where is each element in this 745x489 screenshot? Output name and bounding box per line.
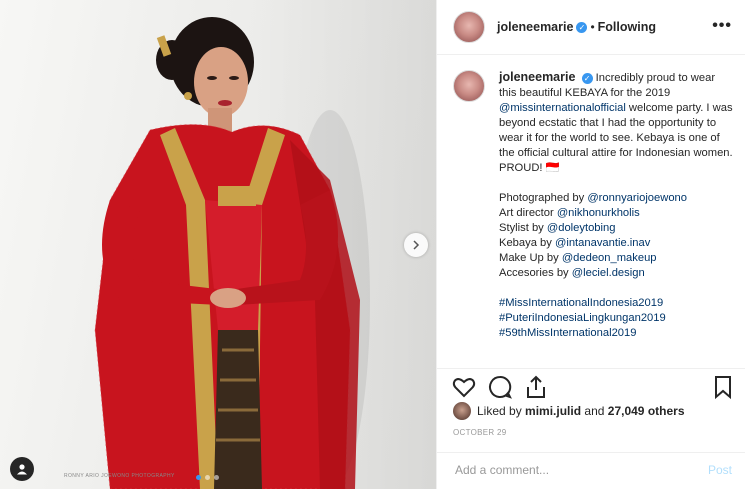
separator: • (590, 20, 595, 34)
following-button[interactable]: Following (598, 20, 656, 34)
post-header: joleneemarie ✓ • Following ••• (437, 0, 745, 55)
heart-icon[interactable] (451, 374, 477, 400)
carousel-next-button[interactable] (404, 233, 428, 257)
mention-link[interactable]: @nikhonurkholis (557, 207, 640, 219)
likes-summary: Liked by mimi.julid and 27,049 others (453, 402, 685, 420)
credit-line: Stylist by @doleytobing (499, 221, 735, 236)
mention-link[interactable]: @doleytobing (547, 222, 616, 234)
photo-credit-watermark: RONNY ARIO JOEWONO PHOTOGRAPHY (64, 473, 175, 479)
credit-label: Art director (499, 207, 554, 219)
share-icon[interactable] (523, 374, 549, 400)
model-in-red-kebaya-illustration (94, 17, 370, 489)
mention-link[interactable]: @intanavantie.inav (555, 237, 650, 249)
carousel-dot (214, 475, 219, 480)
user-icon (17, 464, 27, 475)
carousel-dot (196, 475, 201, 480)
hashtag-link[interactable]: #59thMissInternational2019 (499, 327, 636, 339)
comment-bar: Post (437, 452, 745, 489)
caption-area[interactable]: joleneemarie ✓ Incredibly proud to wear … (437, 56, 745, 368)
instagram-post: RONNY ARIO JOEWONO PHOTOGRAPHY joleneema… (0, 0, 745, 489)
credit-label: Make Up by (499, 252, 559, 264)
hashtag-link[interactable]: #PuteriIndonesiaLingkungan2019 (499, 312, 666, 324)
liker-username[interactable]: mimi.julid (525, 404, 581, 418)
caption-username[interactable]: joleneemarie (499, 70, 575, 84)
bookmark-icon[interactable] (710, 374, 736, 400)
comment-input[interactable] (453, 462, 687, 478)
credit-line: Accesories by @leciel.design (499, 266, 735, 281)
post-photo[interactable]: RONNY ARIO JOEWONO PHOTOGRAPHY (0, 0, 436, 489)
caption-text: joleneemarie ✓ Incredibly proud to wear … (499, 70, 735, 341)
mention-link[interactable]: @leciel.design (572, 267, 645, 279)
verified-badge-icon: ✓ (576, 21, 588, 33)
credit-line: Make Up by @dedeon_makeup (499, 251, 735, 266)
avatar[interactable] (453, 11, 485, 43)
mention-link[interactable]: @ronnyariojoewono (587, 192, 687, 204)
mention-link[interactable]: @missinternationalofficial (499, 102, 626, 114)
credit-label: Photographed by (499, 192, 585, 204)
more-options-button[interactable]: ••• (712, 17, 732, 35)
comment-icon[interactable] (487, 374, 513, 400)
caption: joleneemarie ✓ Incredibly proud to wear … (453, 70, 735, 341)
credit-label: Kebaya by (499, 237, 552, 249)
carousel-dot (205, 475, 210, 480)
likes-and: and (584, 404, 605, 418)
avatar[interactable] (453, 70, 485, 102)
likes-prefix: Liked by (477, 404, 522, 418)
post-comment-button[interactable]: Post (708, 463, 732, 477)
liker-avatar[interactable] (453, 402, 471, 420)
post-date[interactable]: OCTOBER 29 (453, 428, 507, 437)
credit-label: Stylist by (499, 222, 544, 234)
mention-link[interactable]: @dedeon_makeup (562, 252, 657, 264)
tagged-users-button[interactable] (10, 457, 34, 481)
chevron-right-icon (413, 240, 420, 250)
credit-line: Kebaya by @intanavantie.inav (499, 236, 735, 251)
carousel-indicator (196, 475, 219, 480)
verified-badge-icon: ✓ (581, 72, 593, 84)
credit-line: Photographed by @ronnyariojoewono (499, 191, 735, 206)
likes-count[interactable]: 27,049 others (608, 404, 685, 418)
hashtag-link[interactable]: #MissInternationalIndonesia2019 (499, 297, 663, 309)
post-side-panel: joleneemarie ✓ • Following ••• joleneema… (436, 0, 745, 489)
header-username[interactable]: joleneemarie (497, 20, 573, 34)
credit-line: Art director @nikhonurkholis (499, 206, 735, 221)
credit-label: Accesories by (499, 267, 569, 279)
